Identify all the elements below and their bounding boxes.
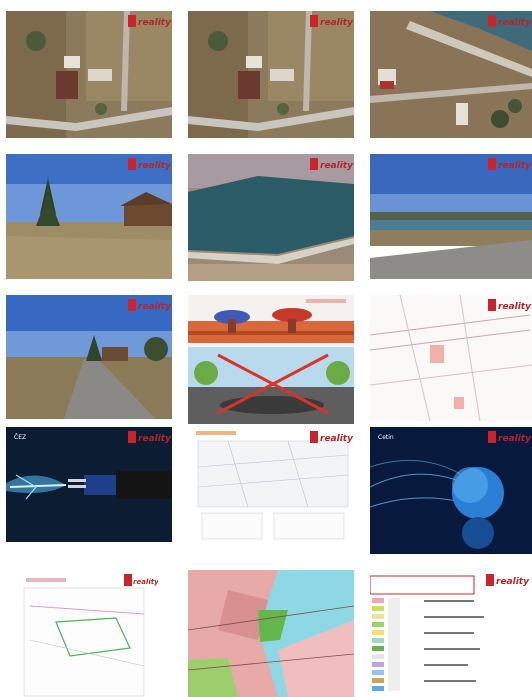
gallery-thumbnail-cadastral-map[interactable]: reality bbox=[370, 295, 532, 421]
gallery-thumbnail-road-village[interactable]: reality bbox=[6, 295, 172, 419]
gallery-thumbnail-aerial-plot-2[interactable]: reality bbox=[188, 11, 354, 138]
gallery-thumbnail-electricity-cable[interactable]: ČEZ reality bbox=[6, 427, 172, 542]
watermark-text: reality bbox=[498, 161, 532, 171]
gallery-thumbnail-document-scan[interactable]: reality bbox=[188, 427, 354, 553]
gallery-thumbnail-zoning-map[interactable] bbox=[188, 570, 354, 697]
watermark-text: reality bbox=[320, 18, 354, 28]
watermark-text: reality bbox=[133, 578, 158, 586]
watermark-text: reality bbox=[320, 161, 354, 171]
watermark-text: reality bbox=[138, 434, 172, 444]
gallery-thumbnail-map-legend[interactable]: reality bbox=[370, 570, 532, 697]
gallery-thumbnail-lake-field[interactable]: reality bbox=[370, 154, 532, 279]
watermark-text: reality bbox=[498, 302, 532, 312]
gallery-thumbnail-utility-connection-illustration[interactable] bbox=[188, 295, 354, 424]
gallery-thumbnail-internet-globe[interactable]: Cetin reality bbox=[370, 427, 532, 554]
gallery-thumbnail-aerial-lake-shore[interactable]: reality bbox=[370, 11, 532, 138]
gallery-thumbnail-aerial-lake[interactable]: reality bbox=[188, 154, 354, 281]
gallery-thumbnail-field-house[interactable]: reality bbox=[6, 154, 172, 279]
gallery-thumbnail-geometric-plan[interactable]: reality bbox=[20, 570, 158, 697]
watermark-text: reality bbox=[498, 434, 532, 444]
gallery-thumbnail-aerial-plot-1[interactable]: reality bbox=[6, 11, 172, 138]
caption-cetin: Cetin bbox=[378, 434, 394, 441]
watermark-text: reality bbox=[496, 577, 530, 587]
watermark-text: reality bbox=[498, 18, 532, 28]
watermark-text: reality bbox=[320, 434, 354, 444]
watermark-text: reality bbox=[138, 302, 172, 312]
photo-gallery: reality reality reality reality reality … bbox=[0, 0, 532, 697]
caption-cez: ČEZ bbox=[14, 434, 26, 441]
watermark-text: reality bbox=[138, 161, 172, 171]
watermark-text: reality bbox=[138, 18, 172, 28]
